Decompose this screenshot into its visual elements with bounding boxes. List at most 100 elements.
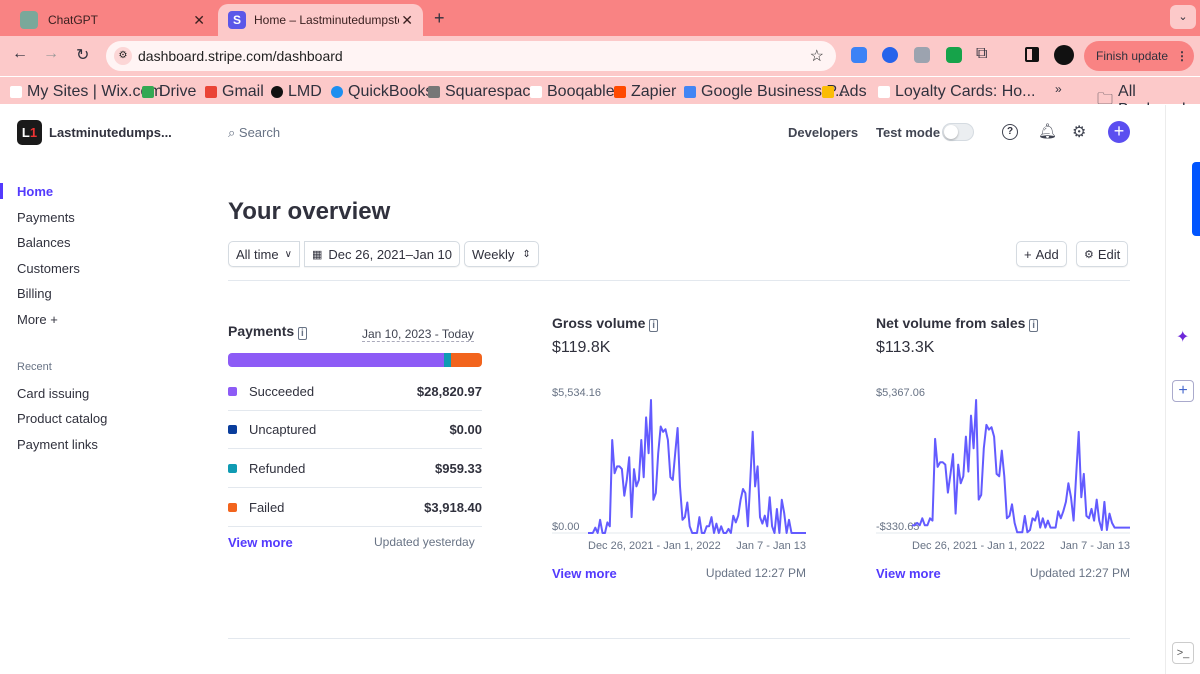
recent-item-card-issuing[interactable]: Card issuing (17, 386, 89, 401)
search-input[interactable]: ⌕ Search (228, 125, 280, 141)
gross-volume-chart[interactable] (552, 395, 806, 535)
net-volume-card: Net volume from sales i $113.3K $5,367.0… (876, 315, 1130, 585)
row-label: Failed (249, 499, 285, 515)
bookmark-item[interactable]: Ads (822, 83, 867, 101)
reload-icon[interactable]: ↻ (76, 45, 89, 65)
payments-title: Payments i (228, 323, 307, 340)
tab-stripe[interactable]: S Home – Lastminutedumpster ✕ (218, 4, 423, 36)
address-bar[interactable]: ⚙ dashboard.stripe.com/dashboard ☆ (106, 41, 836, 71)
forward-icon[interactable]: → (43, 45, 59, 63)
sidebar-item-more[interactable]: More + (17, 312, 58, 327)
account-logo[interactable]: L1 (17, 120, 42, 145)
payment-row-refunded[interactable]: Refunded $959.33 (228, 449, 482, 488)
payments-updated: Updated yesterday (374, 535, 475, 549)
bar-failed (451, 353, 482, 367)
booqable-icon (530, 86, 542, 98)
info-icon[interactable]: i (649, 319, 659, 332)
test-mode-label: Test mode (876, 125, 941, 140)
side-panel-icon[interactable] (1025, 47, 1039, 62)
create-plus-button[interactable]: + (1108, 121, 1130, 143)
row-value: $28,820.97 (416, 383, 482, 399)
row-value: $0.00 (449, 421, 482, 437)
google-ads-icon (822, 86, 834, 98)
payment-row-succeeded[interactable]: Succeeded $28,820.97 (228, 372, 482, 411)
edit-label: Edit (1097, 246, 1121, 262)
code-extension-icon[interactable] (914, 47, 930, 63)
extensions-puzzle-icon[interactable]: ⧉ (976, 45, 987, 63)
recent-item-payment-links[interactable]: Payment links (17, 437, 98, 452)
plus-icon: + (1024, 246, 1032, 262)
legend-swatch (228, 502, 237, 512)
account-name[interactable]: Lastminutedumps... (49, 125, 172, 140)
site-info-icon[interactable]: ⚙ (114, 47, 132, 65)
quickbooks-icon (331, 86, 343, 98)
squarespace-icon (428, 86, 440, 98)
chevron-updown-icon: ⇕ (522, 248, 531, 260)
bookmark-item[interactable]: LMD (271, 83, 322, 101)
row-value: $959.33 (435, 460, 482, 476)
close-tab-icon[interactable]: ✕ (193, 12, 205, 29)
sidebar-item-customers[interactable]: Customers (17, 261, 80, 276)
finish-update-button[interactable]: Finish update ⋮ (1084, 41, 1194, 71)
sidebar-item-home[interactable]: Home (17, 184, 53, 199)
bookmark-item[interactable]: Loyalty Cards: Ho... (878, 83, 1036, 101)
back-icon[interactable]: ← (12, 45, 28, 63)
chart-updated: Updated 12:27 PM (1029, 566, 1130, 580)
bookmark-item[interactable]: Zapier (614, 83, 676, 101)
bookmark-item[interactable]: Squarespace (428, 83, 539, 101)
bookmark-item[interactable]: QuickBooks (331, 83, 433, 101)
extension-icon[interactable] (851, 47, 867, 63)
net-volume-chart[interactable] (876, 395, 1130, 535)
bookmark-star-icon[interactable]: ☆ (810, 46, 824, 66)
add-label: Add (1035, 246, 1059, 262)
bookmark-item[interactable]: My Sites | Wix.com (10, 83, 163, 101)
add-panel-icon[interactable]: + (1172, 380, 1194, 402)
test-mode-toggle[interactable] (942, 123, 974, 141)
tab-search-chevron-icon[interactable]: ⌄ (1170, 5, 1196, 29)
chart-title: Net volume from sales i (876, 315, 1130, 332)
terminal-icon[interactable]: >_ (1172, 642, 1194, 664)
interval-select[interactable]: Weekly ⇕ (464, 241, 539, 267)
tab-chatgpt[interactable]: ChatGPT ✕ (10, 4, 215, 36)
globe-icon (271, 86, 283, 98)
more-bookmarks-icon[interactable]: » (1055, 82, 1062, 96)
view-more-link[interactable]: View more (876, 566, 941, 581)
close-tab-icon[interactable]: ✕ (401, 12, 413, 29)
edit-button[interactable]: ⚙ Edit (1076, 241, 1129, 267)
notifications-bell-icon[interactable]: 🔔︎ (1038, 122, 1057, 140)
side-tab[interactable] (1192, 162, 1200, 236)
extension-icon[interactable] (946, 47, 962, 63)
payments-period[interactable]: Jan 10, 2023 - Today (362, 327, 474, 342)
bookmark-item[interactable]: Booqable (530, 83, 615, 101)
search-placeholder: Search (238, 125, 281, 140)
payment-row-uncaptured[interactable]: Uncaptured $0.00 (228, 410, 482, 449)
info-icon[interactable]: i (298, 327, 307, 340)
info-icon[interactable]: i (1029, 319, 1039, 332)
bookmark-label: Loyalty Cards: Ho... (895, 83, 1036, 100)
chart-updated: Updated 12:27 PM (705, 566, 806, 580)
date-range-picker[interactable]: ▦ Dec 26, 2021–Jan 10 (304, 241, 461, 267)
bookmark-item[interactable]: Drive (142, 83, 196, 101)
view-more-link[interactable]: View more (552, 566, 617, 581)
new-tab-icon[interactable]: + (434, 8, 445, 29)
add-button[interactable]: + Add (1016, 241, 1067, 267)
payments-view-more-link[interactable]: View more (228, 535, 293, 550)
settings-gear-icon[interactable]: ⚙ (1072, 122, 1086, 142)
x-tick-label: Dec 26, 2021 - Jan 1, 2022 (912, 540, 1045, 552)
range-value: All time (236, 246, 279, 262)
recent-item-product-catalog[interactable]: Product catalog (17, 411, 107, 426)
payment-row-failed[interactable]: Failed $3,918.40 (228, 488, 482, 527)
range-select[interactable]: All time ∨ (228, 241, 300, 267)
bookmark-item[interactable]: Gmail (205, 83, 264, 101)
bookmark-label: Booqable (547, 83, 615, 100)
sidebar-item-billing[interactable]: Billing (17, 286, 52, 301)
sidebar-item-payments[interactable]: Payments (17, 210, 75, 225)
sparkle-assistant-icon[interactable]: ✦ (1176, 327, 1189, 347)
extension-icon[interactable] (882, 47, 898, 63)
profile-avatar[interactable] (1054, 45, 1074, 65)
developers-link[interactable]: Developers (788, 125, 858, 140)
loyalty-icon (878, 86, 890, 98)
help-icon[interactable]: ? (1002, 124, 1018, 140)
wix-icon (10, 86, 22, 98)
sidebar-item-balances[interactable]: Balances (17, 235, 70, 250)
